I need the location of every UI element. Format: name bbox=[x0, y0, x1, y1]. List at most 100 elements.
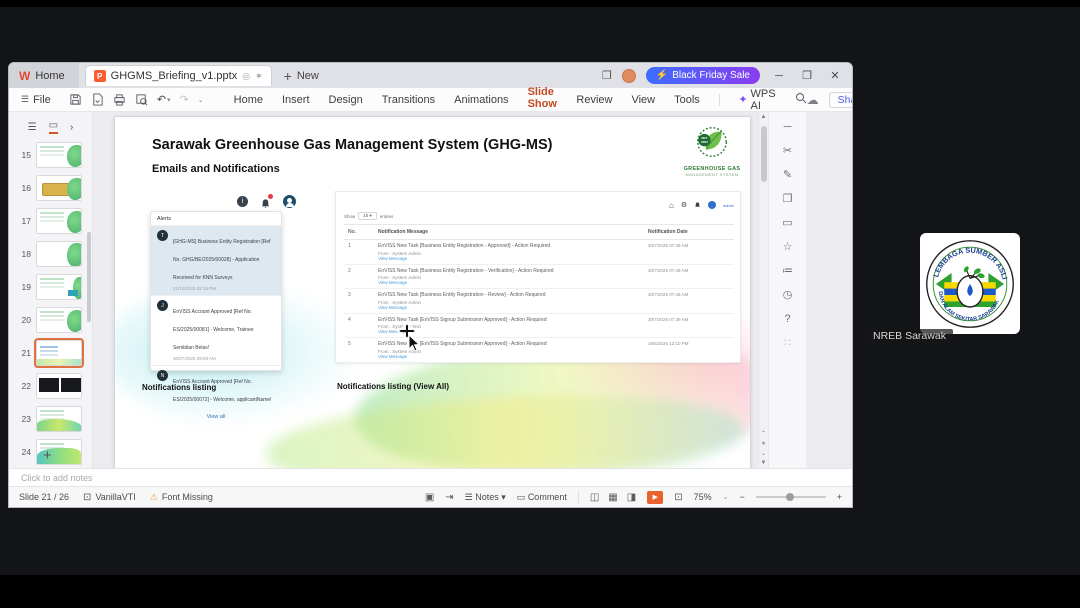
tab-design[interactable]: Design bbox=[329, 94, 363, 106]
undo-button[interactable]: ↶ ▾ bbox=[157, 93, 171, 106]
add-slide-button[interactable]: + bbox=[43, 447, 52, 464]
slide-sorter-icon[interactable]: ▦ bbox=[608, 492, 617, 503]
handout-icon[interactable]: ⇥ bbox=[445, 492, 453, 503]
close-button[interactable]: ✕ bbox=[826, 69, 844, 82]
tab-list-icon[interactable]: ❐ bbox=[602, 69, 612, 82]
wps-home-tab[interactable]: W Home bbox=[9, 63, 79, 88]
shapes-icon[interactable]: ❐ bbox=[783, 194, 793, 205]
outline-view-icon[interactable]: ☰ bbox=[28, 122, 37, 133]
zoom-out-button[interactable]: − bbox=[739, 492, 744, 502]
slide-thumbnail-16[interactable]: 16 bbox=[17, 175, 82, 201]
tab-insert[interactable]: Insert bbox=[282, 94, 310, 106]
notification-date: 30/7/2025 07:49 AM bbox=[648, 243, 689, 248]
collapse-pane-icon[interactable]: ─ bbox=[784, 122, 792, 133]
tab-slide-show[interactable]: Slide Show bbox=[527, 86, 558, 114]
slide-number: 22 bbox=[21, 381, 31, 391]
maximize-button[interactable]: ❐ bbox=[798, 69, 816, 82]
panel-scrollbar[interactable] bbox=[87, 232, 91, 322]
tab-home[interactable]: Home bbox=[234, 94, 263, 106]
wps-ai-button[interactable]: ✦ WPS AI bbox=[738, 88, 775, 112]
view-message-link[interactable]: View Message bbox=[378, 256, 648, 261]
tab-review[interactable]: Review bbox=[576, 94, 612, 106]
new-tab-button[interactable]: + New bbox=[284, 68, 319, 84]
zoom-slider-knob[interactable] bbox=[785, 493, 794, 501]
thumbnail-view-icon[interactable]: ▭ bbox=[48, 120, 59, 134]
tab-animations[interactable]: Animations bbox=[454, 94, 508, 106]
comment-button[interactable]: ▭ Comment bbox=[517, 492, 567, 503]
page-size-select[interactable]: 10 ▾ bbox=[358, 212, 377, 220]
view-message-link[interactable]: View Message bbox=[378, 305, 648, 310]
zoom-slider[interactable] bbox=[755, 493, 826, 501]
share-label: Share bbox=[837, 93, 852, 106]
zoom-caret-icon[interactable]: ⌄ bbox=[723, 493, 729, 501]
minimize-button[interactable]: ─ bbox=[770, 70, 788, 82]
zoom-level[interactable]: 75% bbox=[694, 492, 712, 502]
home-tab-label: Home bbox=[35, 69, 65, 82]
normal-view-icon[interactable]: ◫ bbox=[590, 492, 599, 503]
participant-video-tile[interactable]: LEMBAGA SUMBER ASLI DAN ALAM SEKITAR SAR… bbox=[920, 233, 1020, 334]
slide-nav-dots-icon[interactable]: ∗ bbox=[761, 440, 766, 447]
favorites-icon[interactable]: ☆ bbox=[783, 242, 793, 253]
document-tab[interactable]: P GHGMS_Briefing_v1.pptx ◎ ✶ bbox=[84, 65, 272, 86]
help-icon[interactable]: ? bbox=[784, 314, 790, 325]
file-menu-label: File bbox=[33, 93, 51, 106]
font-missing-warning[interactable]: ⚠ Font Missing bbox=[150, 492, 213, 503]
tab-tools[interactable]: Tools bbox=[674, 94, 700, 106]
toolbar-customize-icon[interactable]: ⌄ bbox=[198, 96, 204, 104]
slide-thumbnail-18[interactable]: 18 bbox=[17, 241, 82, 267]
tab-transitions[interactable]: Transitions bbox=[382, 94, 435, 106]
fit-slide-icon[interactable]: ⊡ bbox=[674, 492, 682, 503]
print-icon[interactable] bbox=[113, 93, 126, 106]
zoom-in-button[interactable]: + bbox=[837, 492, 842, 502]
settings-sliders-icon[interactable]: ≔ bbox=[782, 266, 793, 277]
quick-tools-icon[interactable]: ✂ bbox=[783, 146, 792, 157]
slideshow-play-button[interactable]: ▶ bbox=[647, 490, 664, 504]
redo-button[interactable]: ↷ bbox=[180, 93, 189, 106]
home-icon: ⌂ bbox=[668, 200, 674, 210]
apps-grid-icon[interactable]: ∷ bbox=[784, 338, 791, 349]
print-preview-icon[interactable] bbox=[135, 93, 148, 106]
file-menu-button[interactable]: ☰ File bbox=[9, 94, 61, 106]
beautify-icon[interactable]: ✎ bbox=[783, 170, 792, 181]
notes-bar[interactable]: Click to add notes bbox=[9, 468, 852, 486]
scrollbar-thumb[interactable] bbox=[761, 126, 767, 182]
panel-collapse-icon[interactable]: › bbox=[70, 122, 73, 133]
tab-sync-icon[interactable]: ◎ bbox=[242, 71, 250, 82]
next-slide-icon[interactable]: ⌄ bbox=[761, 450, 766, 457]
font-missing-label: Font Missing bbox=[161, 492, 213, 502]
participant-name-label: NREB Sarawak bbox=[866, 329, 953, 344]
save-icon[interactable] bbox=[69, 93, 82, 106]
slide-thumbnail-15[interactable]: 15 bbox=[17, 142, 82, 168]
previous-slide-icon[interactable]: ⌃ bbox=[761, 430, 766, 437]
canvas-scrollbar[interactable]: ▲ ⌃ ∗ ⌄ ▼ bbox=[758, 112, 768, 470]
promo-button[interactable]: ⚡ Black Friday Sale bbox=[645, 67, 760, 84]
view-all-link[interactable]: View all bbox=[151, 410, 281, 424]
slide-thumbnail-17[interactable]: 17 bbox=[17, 208, 82, 234]
current-slide[interactable]: Sarawak Greenhouse Gas Management System… bbox=[114, 116, 751, 470]
tab-view[interactable]: View bbox=[631, 94, 655, 106]
view-message-link[interactable]: View Message bbox=[378, 354, 648, 359]
theme-button[interactable]: ⊡ VanillaVTI bbox=[83, 492, 136, 503]
view-message-link[interactable]: View Message bbox=[378, 280, 648, 285]
slide-number: 19 bbox=[21, 282, 31, 292]
export-pdf-icon[interactable] bbox=[91, 93, 104, 106]
comment-pane-icon[interactable]: ▭ bbox=[782, 218, 792, 229]
spellcheck-icon[interactable]: ▣ bbox=[425, 492, 434, 503]
slide-thumbnail-22[interactable]: 22 bbox=[17, 373, 82, 399]
alert-initial-badge: J bbox=[157, 300, 168, 311]
reading-view-icon[interactable]: ◨ bbox=[627, 492, 636, 503]
history-clock-icon[interactable]: ◷ bbox=[783, 290, 793, 301]
cloud-sync-icon[interactable]: ☁ bbox=[807, 93, 819, 107]
user-avatar[interactable] bbox=[621, 68, 636, 83]
scroll-up-icon[interactable]: ▲ bbox=[759, 114, 768, 120]
slide-thumbnail-20[interactable]: 20 bbox=[17, 307, 82, 333]
slide-thumbnail-23[interactable]: 23 bbox=[17, 406, 82, 432]
alert-item[interactable]: J EnVISS Account Approved [Ref No. ES/20… bbox=[151, 296, 281, 366]
notes-toggle[interactable]: ☰ Notes ▾ bbox=[465, 492, 506, 503]
share-button[interactable]: Share ▾ bbox=[828, 91, 852, 108]
search-icon[interactable] bbox=[795, 92, 807, 107]
scroll-down-icon[interactable]: ▼ bbox=[761, 460, 767, 466]
slide-thumbnail-21-selected[interactable]: 21 bbox=[17, 338, 84, 368]
alert-item[interactable]: T [GHG-MS] Business Entity Registration … bbox=[151, 226, 281, 296]
slide-thumbnail-19[interactable]: 19 bbox=[17, 274, 82, 300]
